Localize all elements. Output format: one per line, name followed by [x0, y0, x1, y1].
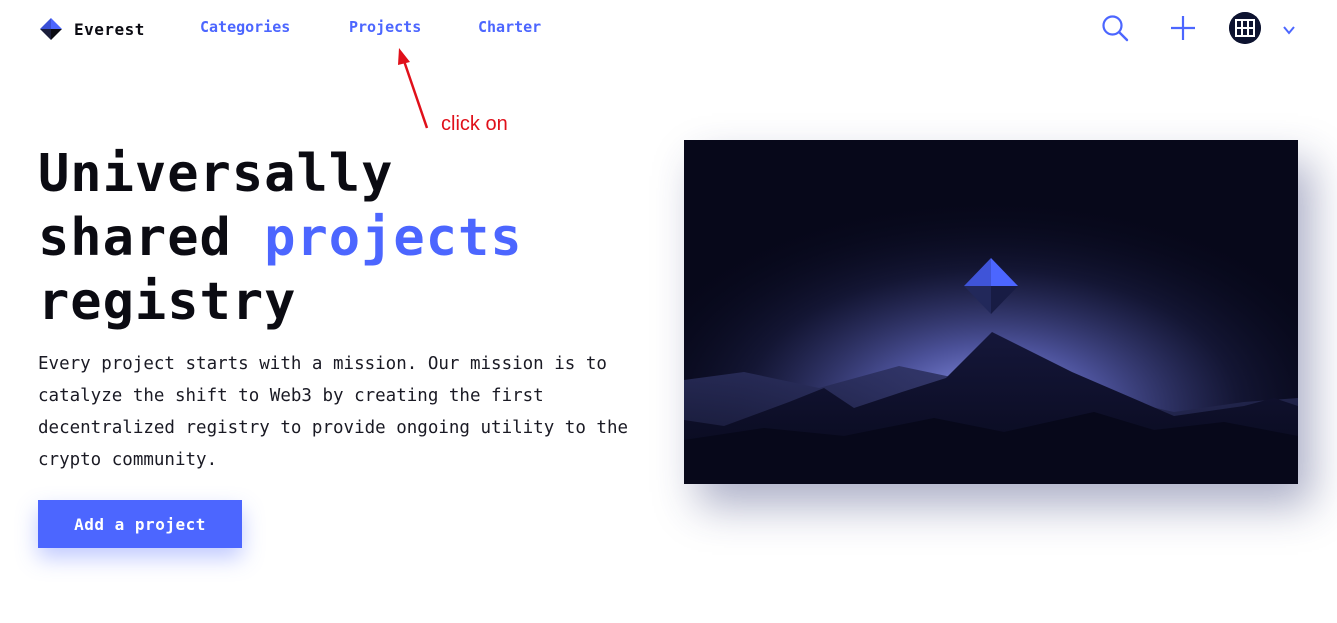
brand-name: Everest: [74, 19, 145, 39]
chevron-down-icon: [1283, 26, 1295, 35]
search-button[interactable]: [1101, 14, 1129, 42]
account-menu-toggle[interactable]: [1281, 22, 1297, 38]
brand[interactable]: Everest: [38, 16, 145, 42]
hero-title-line-3: registry: [38, 272, 297, 332]
annotation-label: click on: [441, 113, 508, 135]
annotation-arrow-icon: [398, 48, 429, 129]
plus-icon: [1171, 16, 1195, 40]
nav-link-projects[interactable]: Projects: [349, 18, 421, 36]
nav-link-charter[interactable]: Charter: [478, 18, 541, 36]
search-icon: [1102, 15, 1129, 42]
hero-title: Universally shared projects registry: [38, 142, 523, 334]
page: Everest Categories Projects Charter clic…: [0, 0, 1337, 623]
everest-logo-icon: [40, 18, 62, 40]
hero-title-line-2-prefix: shared: [38, 208, 265, 268]
avatar-icon: [1229, 12, 1261, 44]
add-project-button[interactable]: Add a project: [38, 500, 242, 548]
hero-title-line-2: shared projects: [38, 206, 523, 270]
top-navbar: Everest Categories Projects Charter: [0, 0, 1337, 58]
hero-description: Every project starts with a mission. Our…: [38, 354, 629, 470]
hero-illustration: [684, 140, 1298, 484]
add-button[interactable]: [1169, 14, 1197, 42]
mountain-landscape-image: [684, 140, 1298, 484]
nav-link-categories[interactable]: Categories: [200, 18, 290, 36]
hero-title-line-1: Universally: [38, 144, 394, 204]
hero-title-accent: projects: [264, 208, 523, 268]
user-avatar[interactable]: [1229, 12, 1261, 44]
